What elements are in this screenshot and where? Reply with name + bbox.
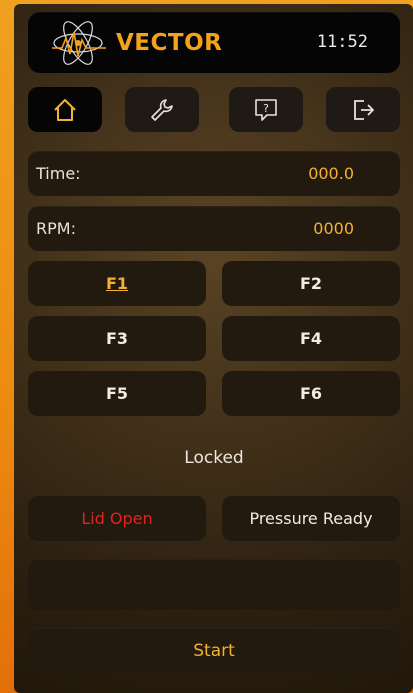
help-icon: ? — [255, 98, 277, 121]
f3-button[interactable]: F3 — [28, 316, 206, 361]
f4-button[interactable]: F4 — [222, 316, 400, 361]
lock-status: Locked — [184, 448, 244, 468]
lid-status: Lid Open — [28, 496, 206, 541]
rpm-readout: RPM: 0000 — [28, 206, 400, 251]
f2-button[interactable]: F2 — [222, 261, 400, 306]
help-button[interactable]: ? — [229, 87, 303, 132]
start-button[interactable]: Start — [28, 628, 400, 673]
home-icon — [54, 98, 76, 121]
wrench-icon — [151, 98, 173, 121]
home-button[interactable] — [28, 87, 102, 132]
rpm-label: RPM: — [36, 219, 76, 238]
settings-button[interactable] — [125, 87, 199, 132]
pressure-status: Pressure Ready — [222, 496, 400, 541]
clock: 11:52 — [316, 32, 368, 52]
rpm-value: 0000 — [313, 219, 354, 238]
logout-icon — [354, 99, 374, 120]
vector-logo — [52, 21, 106, 65]
time-value: 000.0 — [308, 164, 354, 183]
svg-text:?: ? — [263, 102, 269, 115]
f6-button[interactable]: F6 — [222, 371, 400, 416]
header-bar: VECTOR 11:52 — [28, 12, 400, 73]
brand-name: VECTOR — [116, 30, 223, 56]
f5-button[interactable]: F5 — [28, 371, 206, 416]
time-label: Time: — [36, 164, 81, 183]
f1-button[interactable]: F1 — [28, 261, 206, 306]
message-box — [28, 559, 400, 610]
logout-button[interactable] — [326, 87, 400, 132]
time-readout: Time: 000.0 — [28, 151, 400, 196]
